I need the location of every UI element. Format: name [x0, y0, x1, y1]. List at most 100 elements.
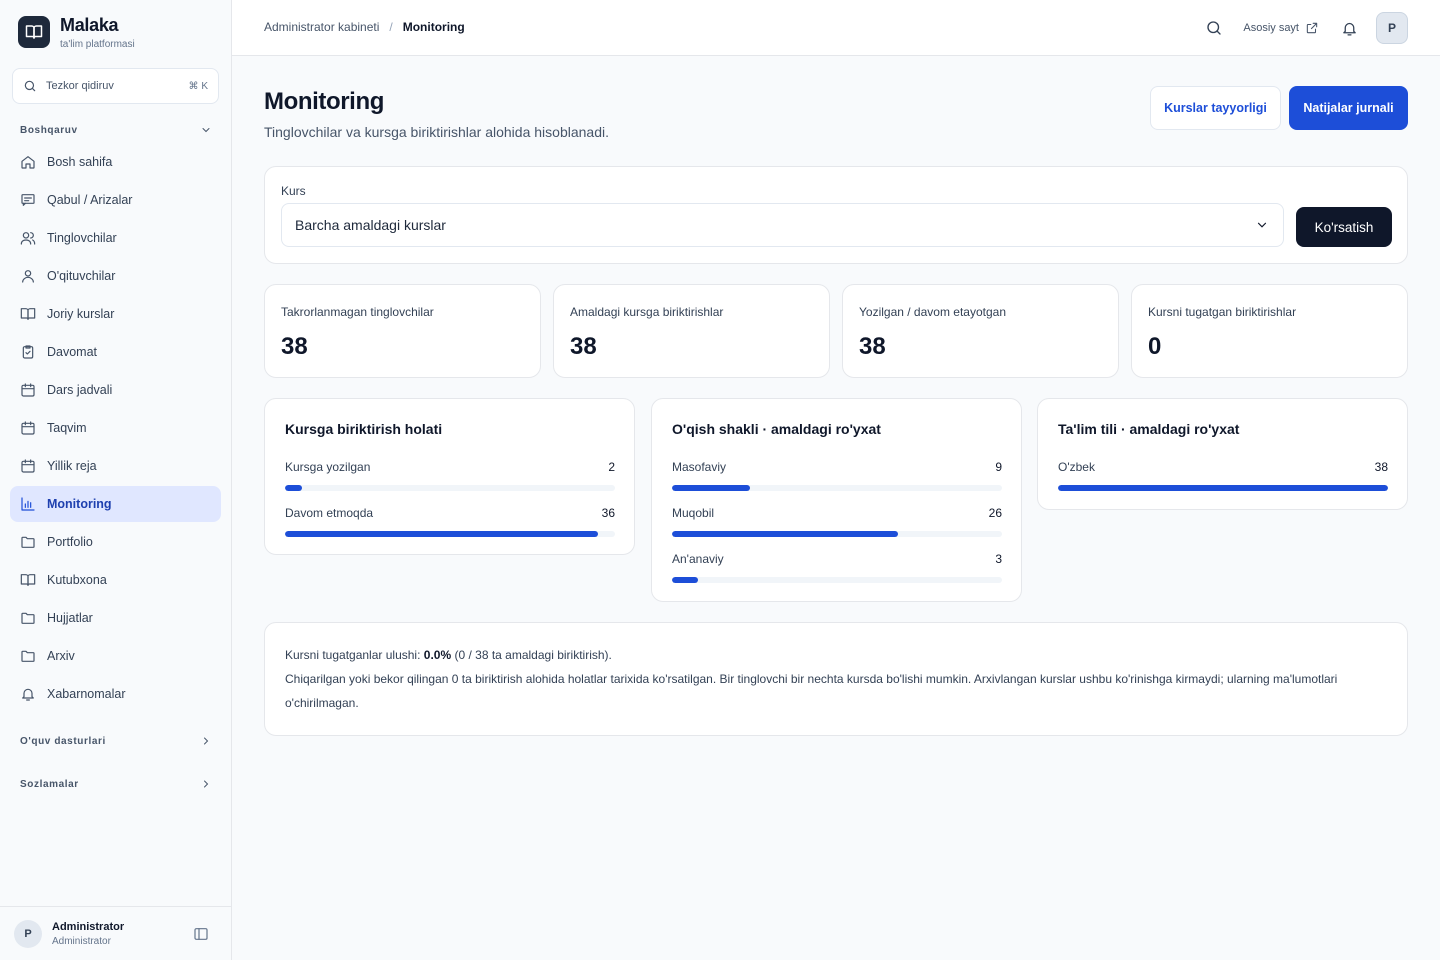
brand-subtitle: ta'lim platformasi	[60, 39, 135, 50]
row-count: 26	[988, 506, 1002, 520]
chart-icon	[21, 497, 35, 511]
sidebar-item-label: Bosh sahifa	[47, 155, 113, 169]
row-label: Kursga yozilgan	[285, 460, 371, 474]
breadcrumb-current: Monitoring	[402, 20, 465, 34]
stat-label: Takrorlanmagan tinglovchilar	[281, 305, 434, 319]
progress-fill	[672, 485, 751, 491]
search-placeholder: Tezkor qidiruv	[46, 80, 114, 92]
quick-search[interactable]: Tezkor qidiruv ⌘ K	[12, 68, 219, 104]
sidebar-item-arxiv[interactable]: Arxiv	[10, 638, 221, 674]
stat-value: 38	[281, 333, 308, 360]
sidebar-item-label: Arxiv	[47, 649, 75, 663]
main-site-link[interactable]: Asosiy sayt	[1243, 21, 1319, 35]
calendar-icon	[21, 459, 35, 473]
chevron-down-icon	[202, 128, 210, 133]
stat-label: Kursni tugatgan biriktirishlar	[1148, 305, 1297, 319]
sidebar-item-label: Dars jadvali	[47, 383, 113, 397]
study-form-card: O'qish shakli · amaldagi ro'yxat Masofav…	[651, 398, 1022, 602]
sidebar-item-yillik-reja[interactable]: Yillik reja	[10, 448, 221, 484]
breadcrumb-separator: /	[389, 20, 393, 34]
user-role: Administrator	[52, 935, 111, 947]
sidebar-item-portfolio[interactable]: Portfolio	[10, 524, 221, 560]
search-shortcut: ⌘ K	[188, 80, 208, 92]
brand[interactable]: Malaka ta'lim platformasi	[18, 15, 135, 50]
sidebar-item-xabarnomalar[interactable]: Xabarnomalar	[10, 676, 221, 712]
filter-card: Kurs Barcha amaldagi kurslar Ko'rsatish	[264, 166, 1408, 264]
progress-track	[285, 485, 615, 491]
group-main-label: Boshqaruv	[20, 124, 78, 136]
course-select[interactable]: Barcha amaldagi kurslar	[281, 203, 1284, 247]
results-journal-button[interactable]: Natijalar jurnali	[1289, 86, 1408, 130]
stat-card: Takrorlanmagan tinglovchilar 38	[264, 284, 541, 378]
brand-name: Malaka	[60, 15, 119, 35]
sidebar-item-label: Davomat	[47, 345, 98, 359]
sidebar-item-monitoring[interactable]: Monitoring	[10, 486, 221, 522]
breakdown-row: Masofaviy 9	[672, 460, 1002, 491]
completion-share-line: Kursni tugatganlar ulushi: 0.0% (0 / 38 …	[285, 643, 1375, 667]
user-panel[interactable]: P Administrator Administrator	[0, 906, 232, 960]
folder-icon	[21, 536, 35, 548]
sidebar-item-label: Portfolio	[47, 535, 93, 549]
course-filter-label: Kurs	[281, 184, 306, 198]
sidebar-item-hujjatlar[interactable]: Hujjatlar	[10, 600, 221, 636]
book-icon	[18, 16, 50, 48]
sidebar-item-oqituvchilar[interactable]: O'qituvchilar	[10, 258, 221, 294]
stat-label: Amaldagi kursga biriktirishlar	[570, 305, 724, 319]
sidebar-item-joriy-kurslar[interactable]: Joriy kurslar	[10, 296, 221, 332]
breakdown-row: Muqobil 26	[672, 506, 1002, 537]
show-button[interactable]: Ko'rsatish	[1296, 207, 1392, 247]
row-label: Muqobil	[672, 506, 715, 520]
progress-track	[672, 485, 1002, 491]
progress-fill	[285, 485, 303, 491]
book-icon	[20, 308, 36, 320]
course-readiness-button[interactable]: Kurslar tayyorligi	[1150, 86, 1281, 130]
search-icon[interactable]	[1205, 19, 1223, 37]
topbar: Administrator kabineti / Monitoring Asos…	[232, 0, 1440, 56]
sidebar-item-davomat[interactable]: Davomat	[10, 334, 221, 370]
sidebar-toggle-icon[interactable]	[193, 926, 209, 942]
stat-value: 0	[1148, 333, 1162, 360]
progress-fill	[672, 577, 699, 583]
breakdown-row: Davom etmoqda 36	[285, 506, 615, 537]
group-main-toggle[interactable]: Boshqaruv	[20, 124, 212, 136]
sidebar-item-dars-jadvali[interactable]: Dars jadvali	[10, 372, 221, 408]
sidebar-item-label: Monitoring	[47, 497, 112, 511]
breakdown-row: O'zbek 38	[1058, 460, 1388, 491]
group-settings-toggle[interactable]: Sozlamalar	[20, 778, 212, 790]
calendar-icon	[21, 383, 35, 397]
avatar[interactable]: P	[1376, 12, 1408, 44]
breadcrumb-root[interactable]: Administrator kabineti	[264, 20, 379, 34]
sidebar-item-bosh-sahifa[interactable]: Bosh sahifa	[10, 144, 221, 180]
course-select-value: Barcha amaldagi kurslar	[295, 217, 446, 233]
group-settings-label: Sozlamalar	[20, 778, 79, 790]
sidebar-item-tinglovchilar[interactable]: Tinglovchilar	[10, 220, 221, 256]
progress-track	[672, 577, 1002, 583]
user-icon	[22, 270, 34, 283]
card-title: O'qish shakli · amaldagi ro'yxat	[672, 421, 881, 437]
stat-value: 38	[859, 333, 886, 360]
sidebar-item-taqvim[interactable]: Taqvim	[10, 410, 221, 446]
sidebar-item-label: Yillik reja	[47, 459, 97, 473]
sidebar-item-label: Kutubxona	[47, 573, 107, 587]
book-icon	[20, 574, 36, 586]
message-icon	[21, 194, 35, 206]
bell-icon	[22, 688, 34, 701]
sidebar-item-label: Tinglovchilar	[47, 231, 117, 245]
sidebar-item-label: Qabul / Arizalar	[47, 193, 133, 207]
sidebar-item-arizalar[interactable]: Qabul / Arizalar	[10, 182, 221, 218]
stat-value: 38	[570, 333, 597, 360]
breakdown-row: Kursga yozilgan 2	[285, 460, 615, 491]
folder-icon	[21, 612, 35, 624]
calendar-icon	[21, 421, 35, 435]
group-programs-toggle[interactable]: O'quv dasturlari	[20, 735, 212, 747]
stat-card: Amaldagi kursga biriktirishlar 38	[553, 284, 830, 378]
completion-share-value: 0.0%	[423, 648, 452, 662]
clipboard-icon	[22, 345, 34, 359]
chevron-right-icon	[204, 780, 209, 788]
group-programs-label: O'quv dasturlari	[20, 735, 106, 747]
home-icon	[21, 156, 35, 169]
sidebar-item-kutubxona[interactable]: Kutubxona	[10, 562, 221, 598]
bell-icon[interactable]	[1341, 20, 1358, 37]
folder-icon	[21, 650, 35, 662]
progress-fill	[672, 531, 898, 537]
